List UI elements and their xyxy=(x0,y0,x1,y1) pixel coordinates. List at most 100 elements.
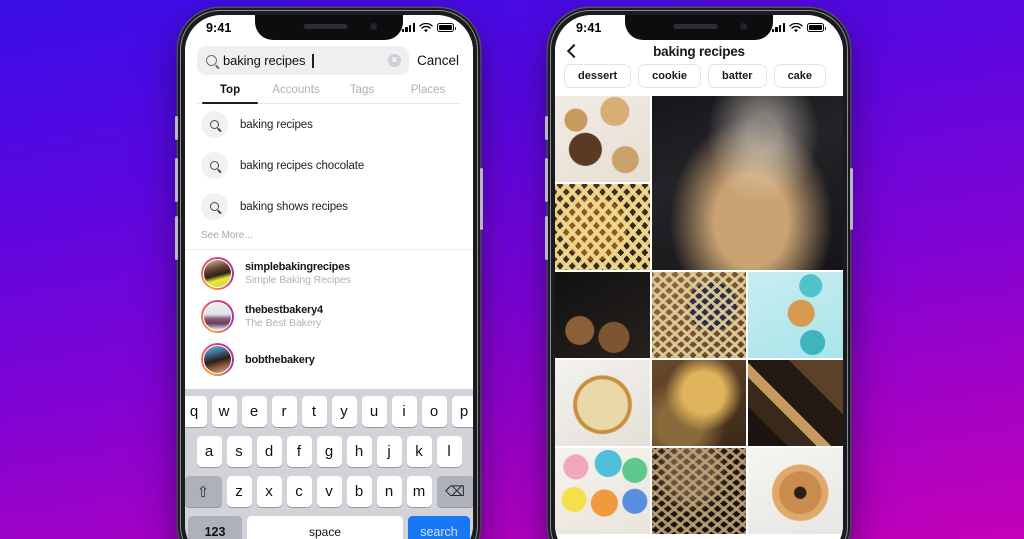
space-key[interactable]: space xyxy=(247,516,403,539)
key-a[interactable]: a xyxy=(196,436,222,467)
photo-grid xyxy=(555,96,843,534)
chip-batter[interactable]: batter xyxy=(708,64,767,88)
grid-tile-lattice-pie-dark[interactable] xyxy=(555,184,650,270)
search-input-value: baking recipes xyxy=(223,53,306,68)
search-results: baking recipes baking recipes chocolate … xyxy=(185,104,473,381)
numbers-key[interactable]: 123 xyxy=(188,516,242,539)
grid-column-stack xyxy=(555,96,650,270)
search-icon xyxy=(201,193,228,220)
key-j[interactable]: j xyxy=(376,436,402,467)
status-time: 9:41 xyxy=(206,20,232,35)
cancel-button[interactable]: Cancel xyxy=(417,53,461,68)
battery-full-icon xyxy=(807,23,827,32)
grid-tile-chocolate-chunks[interactable] xyxy=(748,360,843,446)
chip-cookie[interactable]: cookie xyxy=(638,64,701,88)
key-p[interactable]: p xyxy=(451,396,473,427)
phone-volume-down-button[interactable] xyxy=(545,216,548,260)
suggestion-item[interactable]: baking recipes chocolate xyxy=(185,145,473,186)
account-username: thebestbakery4 xyxy=(245,304,323,316)
grid-tile-dark-berry-pie[interactable] xyxy=(651,448,747,534)
section-divider xyxy=(185,249,473,250)
phone-volume-down-button[interactable] xyxy=(175,216,178,260)
key-f[interactable]: f xyxy=(286,436,312,467)
avatar[interactable] xyxy=(201,300,234,333)
chip-dessert[interactable]: dessert xyxy=(564,64,632,88)
account-username: bobthebakery xyxy=(245,353,315,366)
key-y[interactable]: y xyxy=(331,396,357,427)
key-u[interactable]: u xyxy=(361,396,387,427)
account-result-row[interactable]: thebestbakery4 The Best Bakery xyxy=(185,295,473,338)
avatar[interactable] xyxy=(201,343,234,376)
grid-tile-mint-macarons[interactable] xyxy=(748,272,843,358)
key-n[interactable]: n xyxy=(376,476,402,507)
phone-mute-switch[interactable] xyxy=(175,116,178,140)
key-q[interactable]: q xyxy=(185,396,207,427)
suggestion-item[interactable]: baking shows recipes xyxy=(185,186,473,227)
key-w[interactable]: w xyxy=(211,396,237,427)
account-result-row[interactable]: bobthebakery xyxy=(185,338,473,381)
results-nav-bar: baking recipes xyxy=(555,40,843,64)
clear-circle-icon[interactable]: × xyxy=(387,54,401,67)
grid-tile-glazed-donut[interactable] xyxy=(748,448,843,534)
key-m[interactable]: m xyxy=(406,476,432,507)
key-i[interactable]: i xyxy=(391,396,417,427)
tab-top[interactable]: Top xyxy=(197,84,263,104)
search-input[interactable]: baking recipes × xyxy=(197,46,409,75)
on-screen-keyboard[interactable]: q w e r t y u i o p a s d f g h j k l ⇧ … xyxy=(185,389,473,539)
key-x[interactable]: x xyxy=(256,476,282,507)
cellular-bars-icon xyxy=(771,23,785,32)
phone-volume-up-button[interactable] xyxy=(545,158,548,202)
key-e[interactable]: e xyxy=(241,396,267,427)
grid-tile-powdered-sugar-hands[interactable] xyxy=(651,96,843,270)
chip-cake[interactable]: cake xyxy=(773,64,827,88)
tab-places[interactable]: Places xyxy=(395,84,461,103)
account-result-row[interactable]: simplebakingrecipes Simple Baking Recipe… xyxy=(185,252,473,295)
key-b[interactable]: b xyxy=(346,476,372,507)
search-key[interactable]: search xyxy=(408,516,470,539)
avatar[interactable] xyxy=(201,257,234,290)
phone-power-button[interactable] xyxy=(850,168,853,230)
grid-tile-colorful-donuts[interactable] xyxy=(555,448,650,534)
see-more-link[interactable]: See More... xyxy=(185,227,473,249)
key-v[interactable]: v xyxy=(316,476,342,507)
key-r[interactable]: r xyxy=(271,396,297,427)
key-k[interactable]: k xyxy=(406,436,432,467)
tab-tags[interactable]: Tags xyxy=(329,84,395,103)
phone-volume-up-button[interactable] xyxy=(175,158,178,202)
grid-tile-blueberry-lattice-tarts[interactable] xyxy=(651,272,747,358)
key-o[interactable]: o xyxy=(421,396,447,427)
suggestion-item[interactable]: baking recipes xyxy=(185,104,473,145)
key-t[interactable]: t xyxy=(301,396,327,427)
delete-key[interactable]: ⌫ xyxy=(436,476,473,507)
grid-tile-crumble-pie[interactable] xyxy=(651,360,747,446)
keyboard-row-3: ⇧ z x c v b n m ⌫ xyxy=(185,476,473,507)
account-text: simplebakingrecipes Simple Baking Recipe… xyxy=(245,261,351,286)
left-phone-frame: 9:41 baking recipes × Cancel Top Account… xyxy=(175,8,483,539)
text-caret xyxy=(312,53,314,68)
tab-accounts[interactable]: Accounts xyxy=(263,84,329,103)
key-z[interactable]: z xyxy=(226,476,252,507)
grid-row xyxy=(555,360,843,446)
keyboard-row-4: 123 space search xyxy=(188,516,470,539)
key-l[interactable]: l xyxy=(436,436,462,467)
key-g[interactable]: g xyxy=(316,436,342,467)
backspace-icon: ⌫ xyxy=(445,483,465,499)
key-h[interactable]: h xyxy=(346,436,372,467)
phone-power-button[interactable] xyxy=(480,168,483,230)
key-c[interactable]: c xyxy=(286,476,312,507)
key-s[interactable]: s xyxy=(226,436,252,467)
account-fullname: The Best Bakery xyxy=(245,317,322,329)
grid-tile-apple-tart-white[interactable] xyxy=(555,360,650,446)
right-phone-screen: 9:41 baking recipes dessert cookie batte… xyxy=(555,15,843,539)
grid-tile-muffins-dark[interactable] xyxy=(555,272,650,358)
account-text: thebestbakery4 The Best Bakery xyxy=(245,304,323,329)
account-username: simplebakingrecipes xyxy=(245,261,351,273)
search-row: baking recipes × Cancel xyxy=(197,46,461,75)
shift-arrow-icon: ⇧ xyxy=(196,483,210,501)
grid-tile-assorted-mini-pies[interactable] xyxy=(555,96,650,182)
phone-mute-switch[interactable] xyxy=(545,116,548,140)
shift-key[interactable]: ⇧ xyxy=(185,476,222,507)
left-phone-screen: 9:41 baking recipes × Cancel Top Account… xyxy=(185,15,473,539)
left-status-bar: 9:41 xyxy=(185,15,473,40)
key-d[interactable]: d xyxy=(256,436,282,467)
